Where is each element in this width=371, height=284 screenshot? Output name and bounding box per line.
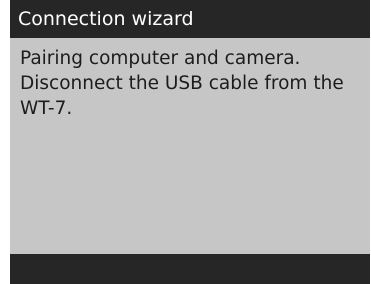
- page-title: Connection wizard: [10, 0, 370, 38]
- status-message: Pairing computer and camera. Disconnect …: [10, 38, 370, 121]
- camera-screen: Connection wizard Pairing computer and c…: [10, 0, 370, 284]
- message-line: WT-7.: [20, 98, 73, 119]
- message-line: Pairing computer and camera.: [20, 48, 301, 69]
- footer-bar: [10, 254, 370, 284]
- message-line: Disconnect the USB cable from the: [20, 73, 344, 94]
